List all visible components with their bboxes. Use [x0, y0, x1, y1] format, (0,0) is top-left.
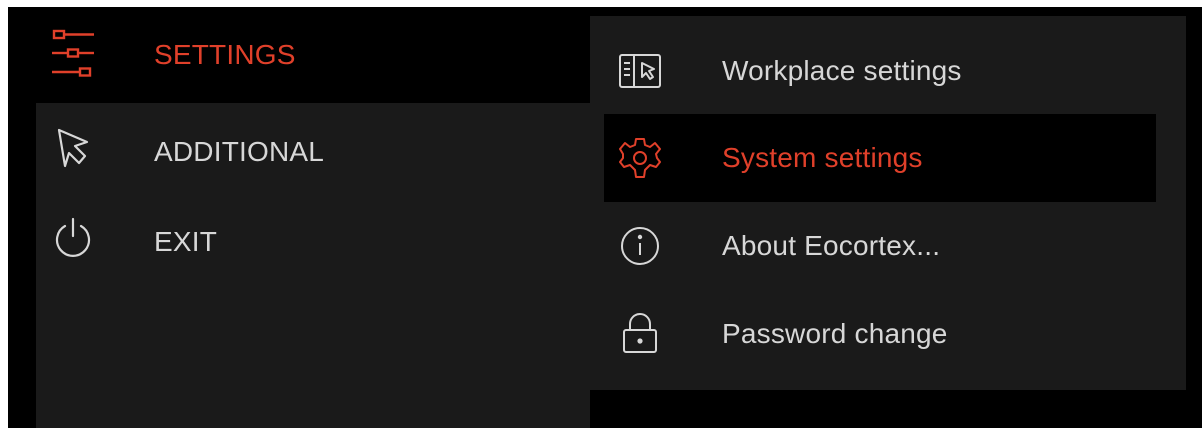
cursor-icon — [50, 126, 96, 172]
submenu-label-about: About Eocortex... — [722, 230, 941, 261]
submenu-label-workplace-settings: Workplace settings — [722, 55, 962, 86]
lock-icon — [618, 312, 662, 356]
menu-item-label-exit: EXIT — [154, 226, 218, 257]
menu-item-settings[interactable]: SETTINGS — [36, 7, 590, 103]
submenu-label-system-settings: System settings — [722, 142, 923, 173]
submenu-item-password-change[interactable]: Password change — [604, 290, 1156, 378]
workplace-icon — [618, 49, 662, 93]
submenu-item-workplace-settings[interactable]: Workplace settings — [604, 27, 1156, 115]
menu-item-additional[interactable]: ADDITIONAL — [36, 104, 590, 200]
info-icon — [618, 224, 662, 268]
menu-item-label-additional: ADDITIONAL — [154, 136, 325, 167]
gear-icon — [618, 136, 662, 180]
submenu-label-password-change: Password change — [722, 318, 948, 349]
submenu-item-about[interactable]: About Eocortex... — [604, 202, 1156, 290]
power-icon — [50, 216, 96, 262]
menu-item-label-settings: SETTINGS — [154, 39, 296, 70]
menu-item-exit[interactable]: EXIT — [36, 194, 590, 290]
sliders-icon — [50, 29, 96, 77]
submenu-item-system-settings[interactable]: System settings — [604, 114, 1156, 202]
